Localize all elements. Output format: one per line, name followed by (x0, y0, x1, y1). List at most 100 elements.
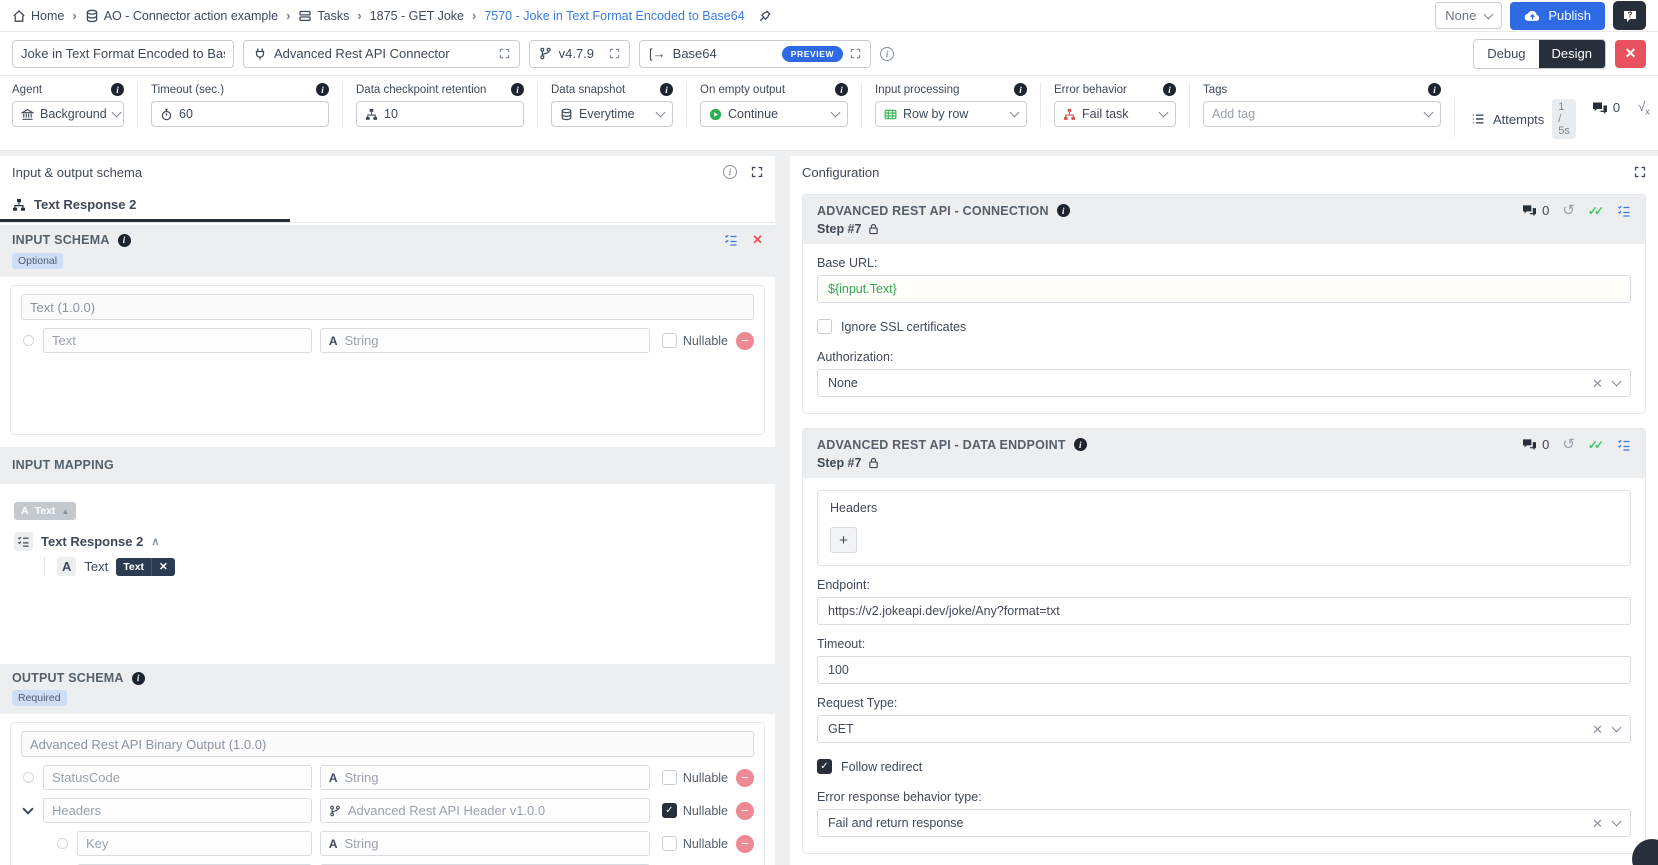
checkpoint-input[interactable]: 10 (356, 101, 524, 127)
info-icon[interactable]: i (117, 233, 131, 247)
info-icon[interactable]: i (511, 83, 524, 96)
field-name-input[interactable] (43, 765, 312, 790)
remove-mapping-icon[interactable]: ✕ (151, 557, 175, 576)
field-radio[interactable] (22, 772, 34, 783)
follow-redirect-checkbox[interactable]: ✓ (817, 759, 832, 774)
list-icon[interactable] (1617, 438, 1631, 452)
expand-icon[interactable] (499, 48, 510, 59)
validate-icon[interactable]: ✓✓ (1588, 204, 1604, 218)
field-name-input[interactable] (77, 831, 312, 856)
empty-output-select[interactable]: Continue (700, 101, 848, 127)
remove-field-button[interactable]: − (736, 768, 754, 787)
field-type-input[interactable]: Advanced Rest API Header v1.0.0 (319, 798, 650, 823)
request-type-select[interactable]: GET ✕ (817, 715, 1631, 743)
info-icon[interactable]: i (111, 83, 124, 96)
info-icon[interactable]: i (1163, 83, 1176, 96)
close-button[interactable]: ✕ (1615, 39, 1646, 68)
output-schema-type[interactable] (21, 731, 754, 757)
remove-field-button[interactable]: − (736, 331, 754, 350)
tags-select[interactable]: Add tag (1203, 101, 1441, 127)
clear-icon[interactable]: ✕ (1592, 377, 1603, 390)
attempts-control[interactable]: Attempts 1 / 5s (1454, 99, 1592, 139)
info-icon[interactable]: i (723, 165, 737, 179)
clear-icon[interactable]: ✕ (1592, 723, 1603, 736)
info-icon[interactable]: i (835, 83, 848, 96)
authorization-select[interactable]: None ✕ (817, 369, 1631, 397)
expand-icon[interactable] (850, 48, 861, 59)
expand-icon[interactable] (609, 48, 620, 59)
info-icon[interactable]: i (1056, 204, 1070, 217)
design-tab[interactable]: Design (1538, 39, 1605, 68)
base-url-input[interactable] (817, 275, 1631, 303)
publish-button[interactable]: Publish (1510, 1, 1605, 30)
endpoint-input[interactable] (817, 597, 1631, 625)
mapping-tree-child[interactable]: A Text Text ✕ (44, 557, 761, 576)
nullable-checkbox[interactable] (661, 836, 677, 851)
mapping-tree-root[interactable]: Text Response 2 ∧ (14, 532, 761, 551)
input-schema-type[interactable] (21, 294, 754, 320)
debug-tab[interactable]: Debug (1474, 39, 1539, 68)
remove-field-button[interactable]: − (736, 801, 754, 820)
info-icon[interactable]: i (1073, 438, 1087, 451)
breadcrumb-task[interactable]: 1875 - GET Joke (370, 9, 464, 23)
list-icon[interactable] (724, 233, 738, 247)
mapping-source-chip[interactable]: A Text ▲ (14, 502, 77, 520)
input-processing-select[interactable]: Row by row (875, 101, 1027, 127)
error-response-select[interactable]: Fail and return response ✕ (817, 809, 1631, 837)
breadcrumb-home[interactable]: Home (12, 9, 64, 23)
breadcrumb-tasks[interactable]: Tasks (298, 9, 349, 23)
field-name-input[interactable] (43, 328, 312, 353)
formula-icon[interactable]: √x (1638, 99, 1650, 117)
help-button[interactable] (1613, 1, 1646, 30)
field-type-input[interactable]: A String (319, 765, 650, 790)
expand-icon[interactable] (751, 166, 763, 178)
nullable-checkbox[interactable] (661, 770, 677, 785)
field-radio[interactable] (56, 838, 68, 849)
comments-button[interactable]: 0 (1592, 100, 1620, 115)
remove-schema-icon[interactable]: ✕ (752, 232, 763, 248)
version-chip[interactable]: v4.7.9 (528, 39, 631, 68)
breadcrumb-project[interactable]: AO - Connector action example (85, 9, 278, 23)
agent-select[interactable]: Background (12, 101, 124, 127)
headers-label: Headers (830, 501, 878, 515)
pin-icon[interactable] (758, 9, 772, 23)
field-type-input[interactable]: A String (319, 831, 650, 856)
step-comments-button[interactable]: 0 (1522, 437, 1549, 452)
validate-icon[interactable]: ✓✓ (1588, 438, 1604, 452)
field-radio[interactable] (22, 335, 34, 346)
nullable-label: Nullable (682, 770, 728, 785)
nullable-checkbox[interactable] (661, 333, 677, 348)
undo-icon[interactable]: ↺ (1562, 203, 1575, 218)
field-name-input[interactable] (43, 798, 312, 823)
info-icon[interactable]: i (880, 46, 895, 61)
field-type-value: String (344, 770, 379, 785)
timeout-input[interactable] (817, 656, 1631, 684)
collapse-icon[interactable]: ∧ (151, 535, 159, 548)
snapshot-select[interactable]: Everytime (551, 101, 673, 127)
info-icon[interactable]: i (131, 671, 145, 685)
timeout-input[interactable]: 60 (151, 101, 329, 127)
connector-chip[interactable]: Advanced Rest API Connector (243, 39, 520, 68)
info-icon[interactable]: i (1014, 83, 1027, 96)
tab-text-response-2[interactable]: Text Response 2 (0, 188, 290, 222)
expand-icon[interactable] (1634, 166, 1646, 178)
info-icon[interactable]: i (316, 83, 329, 96)
add-header-button[interactable]: + (830, 527, 857, 553)
ignore-ssl-checkbox[interactable] (817, 319, 832, 334)
info-icon[interactable]: i (1428, 83, 1441, 96)
step-comments-button[interactable]: 0 (1522, 203, 1549, 218)
collapse-row-icon[interactable] (22, 802, 34, 815)
action-name-input[interactable] (12, 39, 234, 68)
undo-icon[interactable]: ↺ (1562, 437, 1575, 452)
info-icon[interactable]: i (660, 83, 673, 96)
breadcrumb-current-action[interactable]: 7570 - Joke in Text Format Encoded to Ba… (484, 9, 744, 23)
export-icon: [→ (649, 46, 666, 61)
clear-icon[interactable]: ✕ (1592, 817, 1603, 830)
remove-field-button[interactable]: − (736, 834, 754, 853)
list-icon[interactable] (1617, 204, 1631, 218)
nullable-checkbox[interactable]: ✓ (661, 803, 677, 818)
action-type-chip[interactable]: [→ Base64 PREVIEW (639, 39, 872, 68)
environment-select[interactable]: None (1435, 2, 1503, 29)
field-type-input[interactable]: A String (319, 328, 650, 353)
error-behavior-select[interactable]: Fail task (1054, 101, 1176, 127)
